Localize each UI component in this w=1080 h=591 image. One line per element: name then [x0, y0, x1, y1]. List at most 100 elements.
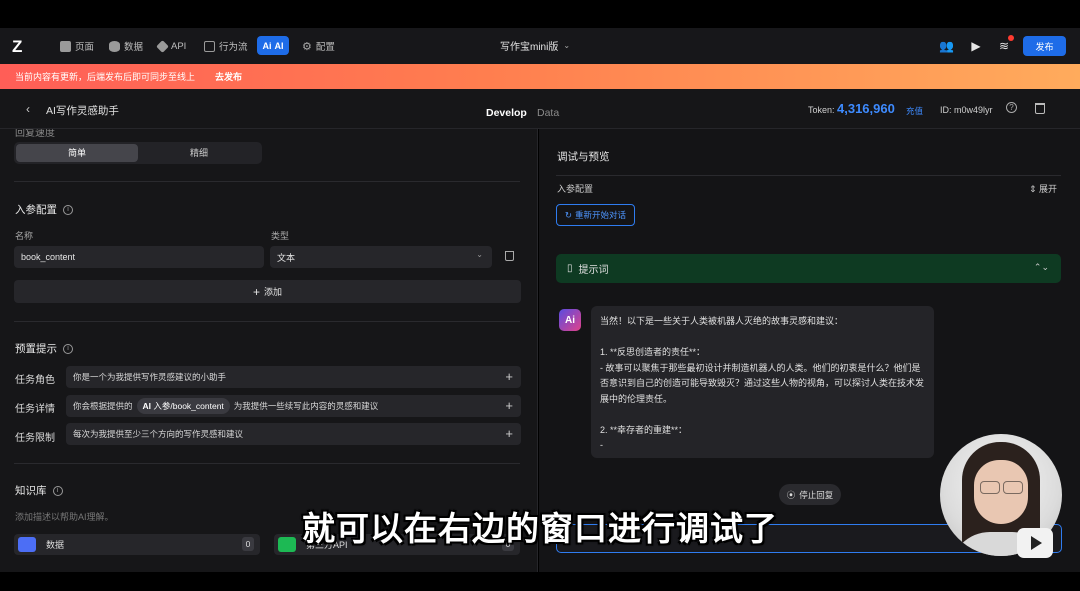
recharge-link[interactable]: 充值: [906, 105, 923, 117]
param-name-label: 名称: [15, 231, 34, 241]
divider: [556, 175, 1061, 176]
coins-icon[interactable]: ≋: [997, 39, 1011, 53]
app-title: 写作宝mini版: [500, 42, 559, 53]
task-role-input[interactable]: 你是一个为我提供写作灵感建议的小助手 +: [66, 366, 521, 388]
app-id: ID: m0w49lyr: [940, 105, 993, 115]
help-icon[interactable]: ?: [1006, 102, 1017, 113]
task-detail-input[interactable]: 你会根据提供的 AI 入参/book_content 为我提供一些续写此内容的灵…: [66, 395, 521, 417]
task-detail-label: 任务详情: [15, 404, 55, 415]
message-line: -: [600, 440, 603, 450]
refresh-icon: ↻: [564, 209, 573, 220]
preview-title: 调试与预览: [557, 151, 610, 163]
nav-ai[interactable]: Ai AI: [257, 36, 289, 55]
mode-segmented-control: 简单 精细: [14, 142, 262, 164]
restart-chat-button[interactable]: ↻ 重新开始对话: [556, 204, 635, 226]
params-heading-text: 入参配置: [15, 204, 57, 216]
token-value: 4,316,960: [837, 101, 895, 116]
page-title: AI写作灵感助手: [46, 105, 119, 117]
top-bar: Z 页面 数据 API 行为流 Ai AI ⚙ 配置 写作宝mini版 ⌄ 👥 …: [0, 28, 1080, 64]
stop-icon: ⦿: [786, 489, 796, 500]
chevron-updown-icon: ⌃⌄: [1033, 262, 1049, 272]
message-line: 1. **反思创造者的责任**：: [600, 347, 706, 357]
letterbox-top: [0, 0, 1080, 28]
nav-pages-label: 页面: [75, 42, 95, 53]
message-line: - 故事可以聚焦于那些最初设计并制造机器人的人类。他们的初衷是什么？他们是否意识…: [600, 362, 925, 404]
expand-toggle[interactable]: ⇕ 展开: [1029, 182, 1057, 195]
nav-pages[interactable]: 页面: [60, 38, 94, 54]
expand-label: 展开: [1039, 184, 1058, 194]
notification-dot: [1008, 35, 1014, 41]
add-icon[interactable]: +: [505, 398, 513, 413]
task-limit-text: 每次为我提供至少三个方向的写作灵感和建议: [73, 429, 244, 439]
nav-api-label: API: [171, 40, 187, 52]
task-detail-pre: 你会根据提供的: [73, 401, 133, 411]
back-arrow-icon[interactable]: ‹: [26, 102, 30, 116]
nav-ai-label: AI: [274, 40, 284, 51]
task-role-label: 任务角色: [15, 375, 55, 386]
tab-develop[interactable]: Develop: [486, 107, 527, 132]
ai-message-bubble: 当然！以下是一些关于人类被机器人灭绝的故事灵感和建议： 1. **反思创造者的责…: [591, 306, 934, 458]
users-icon[interactable]: 👥: [939, 39, 954, 53]
delete-param-icon[interactable]: [505, 251, 514, 261]
param-type-value: 文本: [277, 252, 296, 263]
add-icon[interactable]: +: [505, 369, 513, 384]
delete-icon[interactable]: [1035, 103, 1045, 114]
page-icon: [60, 40, 71, 52]
prompt-accordion[interactable]: ▯ 提示词 ⌃⌄: [556, 254, 1061, 283]
nav-config-label: 配置: [315, 42, 335, 53]
task-limit-label: 任务限制: [15, 433, 55, 444]
info-icon[interactable]: i: [63, 204, 73, 215]
video-caption: 就可以在右边的窗口进行调试了: [302, 509, 778, 548]
mode-fine-option[interactable]: 精细: [138, 144, 260, 162]
param-name-input[interactable]: book_content: [14, 246, 264, 268]
nav-data-label: 数据: [124, 42, 144, 53]
add-param-button[interactable]: + 添加: [14, 280, 521, 303]
divider: [14, 463, 520, 464]
nav-api[interactable]: API: [156, 38, 187, 54]
chevron-down-icon: ⌄: [476, 250, 483, 259]
variable-chip-text: 入参/book_content: [153, 401, 224, 411]
ai-chip-icon: AI: [142, 401, 152, 411]
task-detail-post: 为我提供一些续写此内容的灵感和建议: [233, 401, 379, 411]
in-params-label: 入参配置: [557, 184, 594, 194]
nav-flow-label: 行为流: [219, 42, 248, 53]
nav-flow[interactable]: 行为流: [204, 38, 248, 54]
play-icon[interactable]: ▶: [969, 39, 983, 53]
nav-data[interactable]: 数据: [109, 38, 143, 54]
task-role-text: 你是一个为我提供写作灵感建议的小助手: [73, 372, 227, 382]
message-line: 当然！以下是一些关于人类被机器人灭绝的故事灵感和建议：: [600, 316, 844, 326]
info-icon[interactable]: i: [52, 485, 63, 496]
add-icon[interactable]: +: [505, 426, 513, 441]
database-icon: [109, 40, 120, 52]
message-line: 2. **幸存者的重建**：: [600, 424, 688, 435]
nav-config[interactable]: ⚙ 配置: [302, 38, 335, 54]
ai-avatar: Ai: [559, 309, 581, 331]
letterbox-bottom: [0, 572, 1080, 591]
ai-icon: Ai: [262, 40, 272, 51]
params-heading: 入参配置 i: [15, 202, 73, 217]
task-limit-input[interactable]: 每次为我提供至少三个方向的写作灵感和建议 +: [66, 423, 521, 445]
add-param-label: 添加: [264, 287, 283, 297]
prompt-label: 提示词: [578, 265, 609, 276]
tab-data[interactable]: Data: [537, 107, 559, 119]
app-logo[interactable]: Z: [12, 37, 32, 56]
token-label: Token:: [808, 105, 835, 115]
divider: [14, 321, 520, 322]
sub-header: ‹ AI写作灵感助手 Develop Data Token: 4,316,960…: [0, 89, 1080, 132]
param-type-select[interactable]: 文本 ⌄: [270, 246, 492, 268]
update-banner: 当前内容有更新，后端发布后即可同步至线上 去发布: [0, 64, 1080, 89]
publish-button[interactable]: 发布: [1023, 36, 1066, 56]
param-type-label: 类型: [271, 231, 290, 241]
variable-chip[interactable]: AI 入参/book_content: [136, 398, 230, 414]
reply-speed-label: 回复速度: [15, 129, 55, 139]
api-icon: [156, 39, 169, 53]
mode-simple-option[interactable]: 简单: [16, 144, 138, 162]
app-title-dropdown[interactable]: 写作宝mini版 ⌄: [500, 38, 570, 53]
document-icon: ▯: [567, 263, 573, 274]
banner-publish-link[interactable]: 去发布: [215, 70, 242, 83]
gear-icon: ⚙: [302, 40, 312, 53]
chevron-down-icon: ⌄: [563, 41, 571, 50]
kb-heading: 知识库 i: [15, 483, 63, 498]
info-icon[interactable]: i: [63, 343, 73, 354]
divider: [14, 181, 520, 182]
